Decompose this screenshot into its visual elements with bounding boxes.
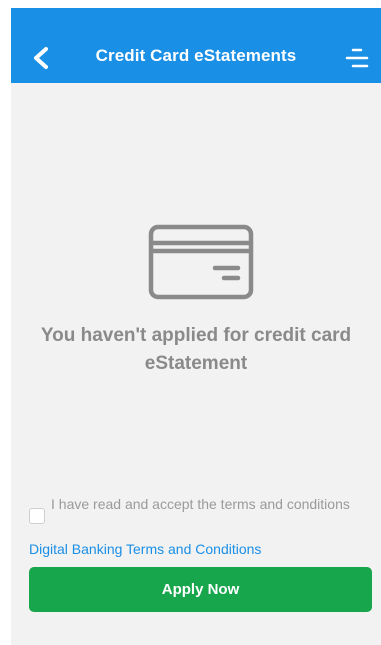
terms-label: I have read and accept the terms and con… [51,496,350,512]
terms-link[interactable]: Digital Banking Terms and Conditions [29,541,261,557]
app-screen: Credit Card eStatements You haven't appl… [11,8,381,645]
menu-icon [345,48,369,68]
app-header: Credit Card eStatements [11,8,381,83]
page-title: Credit Card eStatements [95,46,297,65]
apply-now-button[interactable]: Apply Now [29,567,372,612]
terms-checkbox[interactable] [29,508,45,524]
empty-state-illustration [148,224,254,300]
credit-card-icon [148,224,254,300]
empty-state-message: You haven't applied for credit card eSta… [40,325,352,374]
menu-button[interactable] [341,42,373,74]
